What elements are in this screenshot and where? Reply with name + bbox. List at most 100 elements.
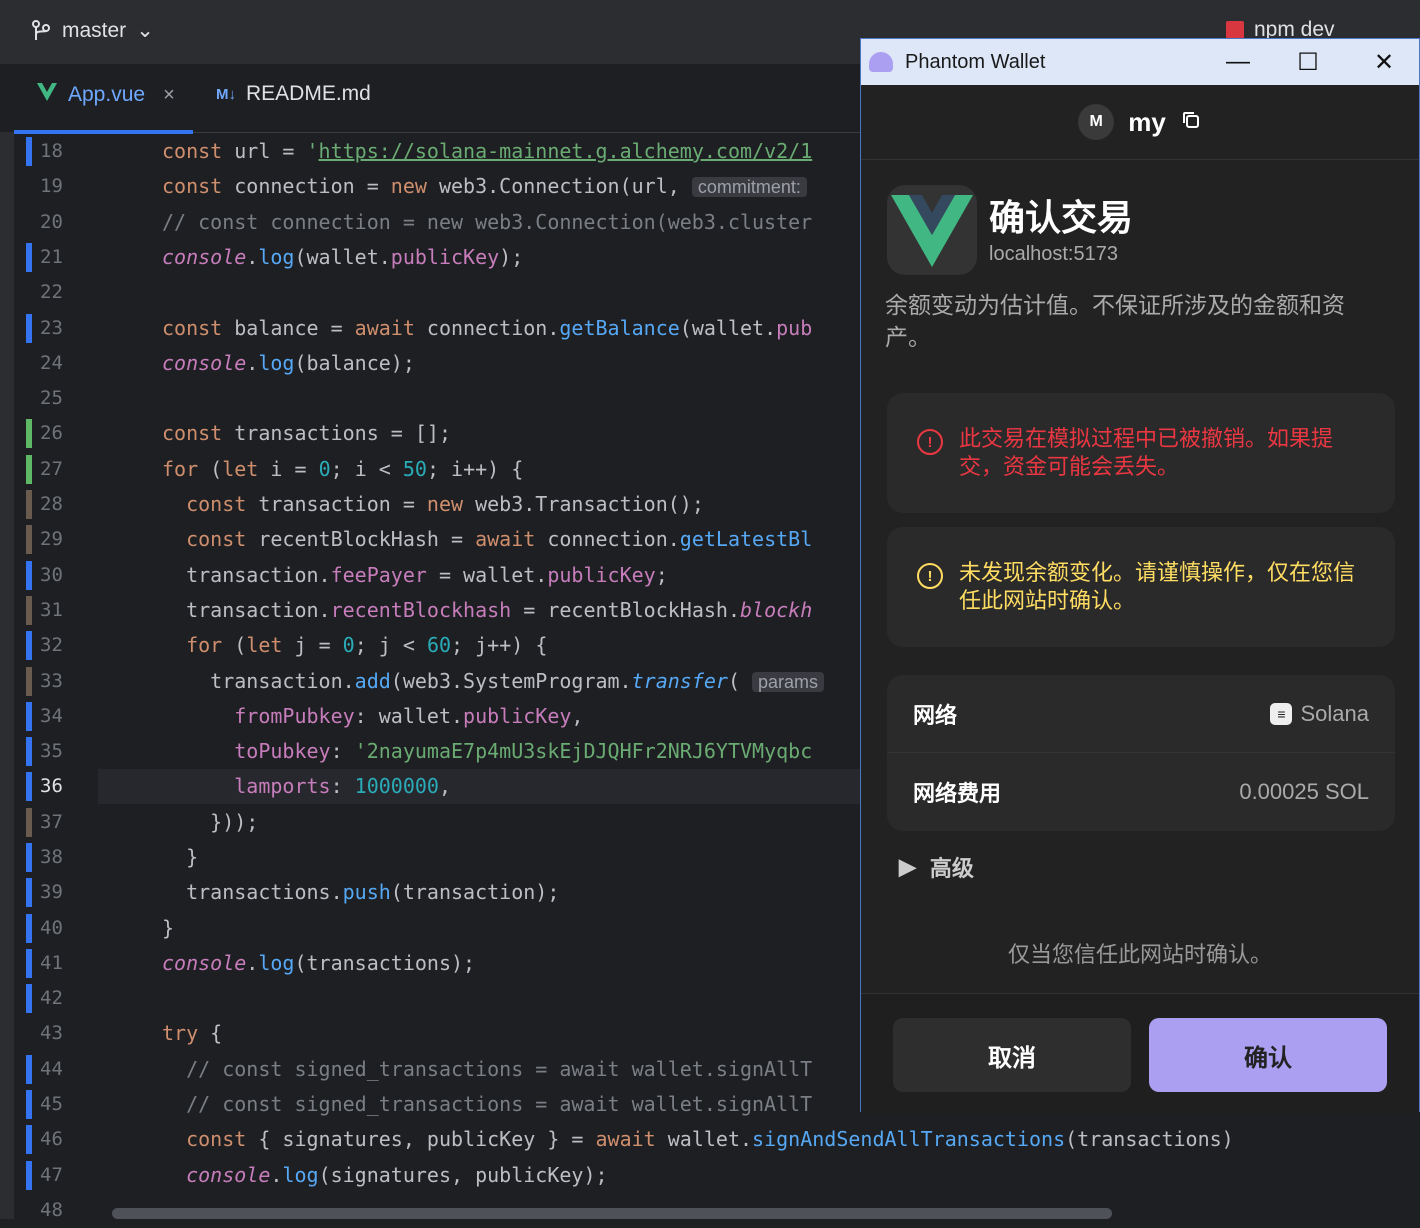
branch-icon: [30, 19, 52, 42]
line-number: 34: [40, 705, 63, 727]
code-text: const balance = await connection.getBala…: [162, 316, 813, 340]
line-number: 37: [40, 811, 63, 833]
change-marker[interactable]: [26, 490, 32, 519]
code-text: const connection = new web3.Connection(u…: [162, 169, 807, 205]
line-number: 41: [40, 952, 63, 974]
network-value: Solana: [1300, 700, 1369, 726]
change-marker[interactable]: [26, 455, 32, 484]
code-text: const { signatures, publicKey } = await …: [186, 1127, 1234, 1151]
code-text: console.log(transactions);: [162, 951, 476, 975]
change-marker[interactable]: [26, 843, 32, 872]
error-icon: !: [917, 429, 943, 455]
line-number: 27: [40, 458, 63, 480]
change-marker[interactable]: [26, 419, 32, 448]
tab-readme[interactable]: M↓ README.md: [216, 82, 371, 106]
code-text: }: [162, 916, 175, 940]
maximize-button[interactable]: ☐: [1273, 39, 1343, 85]
line-number: 39: [40, 881, 63, 903]
minimize-button[interactable]: —: [1203, 39, 1273, 85]
close-icon[interactable]: ×: [163, 84, 175, 107]
code-text: const recentBlockHash = await connection…: [186, 527, 813, 551]
line-number: 23: [40, 317, 63, 339]
change-marker[interactable]: [26, 1161, 32, 1190]
network-label: 网络: [913, 702, 958, 728]
line-number: 38: [40, 846, 63, 868]
change-marker[interactable]: [26, 737, 32, 766]
phantom-wallet-window: Phantom Wallet — ☐ ✕ M my 确认交易 localhost…: [860, 38, 1420, 1114]
change-marker[interactable]: [26, 1055, 32, 1084]
line-number: 24: [40, 352, 63, 374]
code-line: 46 const { signatures, publicKey } = awa…: [0, 1122, 1420, 1157]
chevron-down-icon: ⌄: [136, 19, 154, 42]
line-number: 28: [40, 493, 63, 515]
dapp-logo: [887, 185, 977, 275]
change-marker[interactable]: [26, 631, 32, 660]
dapp-host: localhost:5173: [989, 243, 1118, 265]
tab-label: App.vue: [68, 83, 146, 106]
code-text: for (let i = 0; i < 50; i++) {: [162, 457, 524, 481]
fee-label: 网络费用: [913, 781, 1002, 806]
tab-label: README.md: [246, 82, 371, 105]
line-number: 36: [40, 775, 63, 797]
line-number: 32: [40, 634, 63, 656]
change-marker[interactable]: [26, 525, 32, 554]
tab-app-vue[interactable]: App.vue ×: [14, 82, 193, 134]
error-alert: ! 此交易在模拟过程中已被撤销。如果提交，资金可能会丢失。: [887, 393, 1395, 513]
change-marker[interactable]: [26, 596, 32, 625]
warning-icon: !: [917, 563, 943, 589]
horizontal-scrollbar[interactable]: [112, 1208, 1112, 1219]
vue-icon: [36, 82, 58, 108]
line-number: 19: [40, 175, 63, 197]
code-text: transaction.add(web3.SystemProgram.trans…: [162, 664, 825, 700]
change-marker[interactable]: [26, 984, 32, 1013]
branch-name: master: [62, 18, 127, 42]
change-marker[interactable]: [26, 878, 32, 907]
line-number: 25: [40, 387, 63, 409]
line-number: 40: [40, 917, 63, 939]
line-number: 20: [40, 211, 63, 233]
change-marker[interactable]: [26, 808, 32, 837]
code-text: transactions.push(transaction);: [162, 880, 560, 904]
solana-icon: ≡: [1270, 702, 1293, 725]
line-number: 18: [40, 140, 63, 162]
change-marker[interactable]: [26, 667, 32, 696]
close-button[interactable]: ✕: [1349, 39, 1419, 85]
code-text: transaction.feePayer = wallet.publicKey;: [162, 563, 668, 587]
page-title: 确认交易: [989, 197, 1134, 238]
change-marker[interactable]: [26, 137, 32, 166]
change-marker[interactable]: [26, 914, 32, 943]
change-marker[interactable]: [26, 702, 32, 731]
caret-right-icon: ▶: [899, 854, 916, 879]
account-name: my: [1128, 106, 1166, 137]
change-marker[interactable]: [26, 243, 32, 272]
code-text: console.log(wallet.publicKey);: [162, 245, 524, 269]
copy-icon[interactable]: [1180, 109, 1202, 136]
cancel-button[interactable]: 取消: [893, 1018, 1131, 1092]
code-text: for (let j = 0; j < 60; j++) {: [186, 633, 548, 657]
code-text: console.log(balance);: [162, 351, 415, 375]
change-marker[interactable]: [26, 1090, 32, 1119]
branch-selector[interactable]: master ⌄: [30, 18, 154, 43]
warning-text: 未发现余额变化。请谨慎操作，仅在您信任此网站时确认。: [959, 560, 1356, 613]
change-marker[interactable]: [26, 561, 32, 590]
confirm-button[interactable]: 确认: [1149, 1018, 1387, 1092]
change-marker[interactable]: [26, 314, 32, 343]
line-number: 30: [40, 564, 63, 586]
line-number: 43: [40, 1022, 63, 1044]
change-marker[interactable]: [26, 1125, 32, 1154]
line-number: 48: [40, 1199, 63, 1221]
line-number: 44: [40, 1058, 63, 1080]
change-marker[interactable]: [26, 772, 32, 801]
code-text: // const signed_transactions = await wal…: [162, 1057, 813, 1081]
code-text: lamports: 1000000,: [234, 774, 452, 798]
warning-alert: ! 未发现余额变化。请谨慎操作，仅在您信任此网站时确认。: [887, 527, 1395, 647]
change-marker[interactable]: [26, 949, 32, 978]
line-number: 45: [40, 1093, 63, 1115]
line-number: 33: [40, 670, 63, 692]
advanced-toggle[interactable]: ▶ 高级: [899, 851, 974, 883]
line-number: 21: [40, 246, 63, 268]
account-selector[interactable]: M my: [861, 85, 1419, 160]
code-text: // const signed_transactions = await wal…: [162, 1092, 813, 1116]
fee-row: 网络费用 0.00025 SOL: [887, 753, 1395, 831]
markdown-icon: M↓: [216, 85, 236, 103]
